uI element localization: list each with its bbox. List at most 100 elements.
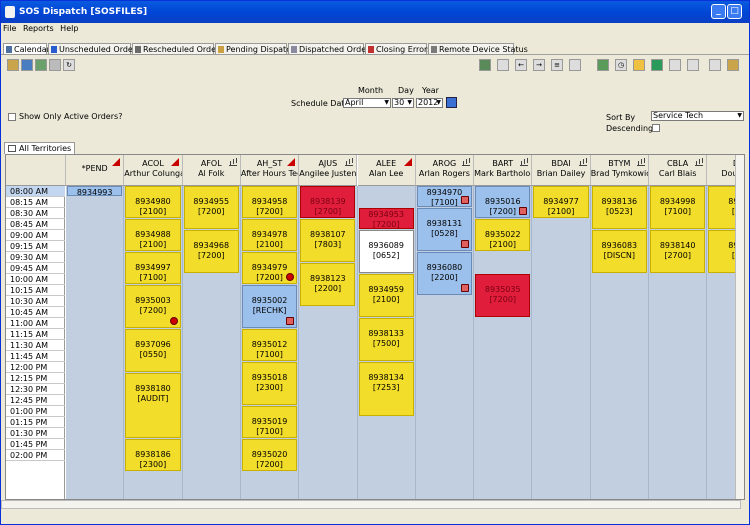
- appointment-block[interactable]: 8935020 [7200]: [241, 439, 298, 471]
- note-icon[interactable]: [286, 317, 295, 325]
- service-code: [0523]: [606, 207, 633, 216]
- tech-column-header[interactable]: BTYM Brad Tymkowicz: [590, 155, 649, 186]
- tech-column-header[interactable]: BDAI Brian Dailey: [532, 155, 591, 186]
- appointment-block[interactable]: 8934978 [2100]: [241, 219, 298, 251]
- appointment-block[interactable]: 8934980 [2100]: [125, 186, 181, 218]
- tech-column-header[interactable]: BARTMark Bartholomew: [474, 155, 533, 186]
- arrow-left-icon[interactable]: ←: [515, 59, 527, 71]
- toolbar-refresh-icon[interactable]: ↻: [63, 59, 75, 71]
- appointment-block[interactable]: 8938131 [0528]: [416, 208, 473, 251]
- horizontal-scrollbar[interactable]: [1, 500, 741, 509]
- appointment-block[interactable]: 8934977 [2100]: [533, 186, 589, 218]
- appointment-block[interactable]: 8936080 [2200]: [416, 252, 473, 295]
- alert-dot-icon[interactable]: [169, 317, 178, 325]
- exit-icon[interactable]: [727, 59, 739, 71]
- minimize-button[interactable]: _: [711, 4, 726, 19]
- vertical-scrollbar[interactable]: [735, 155, 744, 499]
- appointment-block[interactable]: 8938134 [7253]: [358, 362, 414, 416]
- tab-dispatched-orders[interactable]: Dispatched Orders: [288, 43, 374, 55]
- sort-by-label: Sort By: [606, 113, 636, 122]
- descending-checkbox[interactable]: [652, 124, 660, 132]
- appointment-block[interactable]: 8937096 [0550]: [125, 329, 181, 372]
- menu-file[interactable]: File: [1, 24, 18, 33]
- appointment-block[interactable]: 8934979 [7200]: [241, 252, 298, 284]
- day-select[interactable]: 30 ▼: [392, 98, 414, 108]
- appointment-block[interactable]: 8935002 [RECHK]: [241, 285, 298, 328]
- appointment-block[interactable]: 8935035 [7200]: [475, 274, 531, 317]
- back-icon[interactable]: [709, 59, 721, 71]
- camera-icon[interactable]: [687, 59, 699, 71]
- month-select[interactable]: April ▼: [343, 98, 391, 108]
- tech-column-header[interactable]: ACOL Arthur Colunga: [124, 155, 183, 186]
- toolbar-print-icon[interactable]: [49, 59, 61, 71]
- appointment-block[interactable]: 8938180 [AUDIT]: [125, 373, 181, 438]
- filter-icon[interactable]: [497, 59, 509, 71]
- show-only-active-checkbox[interactable]: [8, 113, 16, 121]
- menu-reports[interactable]: Reports: [21, 24, 56, 33]
- year-select[interactable]: 2012 ▼: [416, 98, 443, 108]
- sort-by-select[interactable]: Service Tech ▼: [651, 111, 744, 121]
- order-number: 8938123: [310, 274, 346, 283]
- appointment-block[interactable]: 8936083 [DISCN]: [591, 230, 647, 273]
- tab-all-territories[interactable]: All Territories: [4, 142, 76, 154]
- appointment-block[interactable]: 8934959 [2100]: [358, 274, 414, 317]
- maximize-button[interactable]: □: [727, 4, 742, 19]
- tab-calendar[interactable]: Calendar: [3, 43, 50, 55]
- appointment-block[interactable]: 8934993: [67, 186, 123, 196]
- tab-closing-errors[interactable]: Closing Errors: [365, 43, 431, 55]
- appointment-block[interactable]: 8934998 [7100]: [650, 186, 706, 229]
- appointment-block[interactable]: 8935016 [7200]: [475, 186, 531, 218]
- tech-column-header[interactable]: ALEE Alan Lee: [357, 155, 416, 186]
- appointment-block[interactable]: 8934958 [7200]: [241, 186, 298, 218]
- tab-label: Pending Dispatch: [226, 45, 296, 54]
- appointment-block[interactable]: 8938136 [0523]: [591, 186, 647, 229]
- tech-column-header[interactable]: CBLA Carl Blais: [649, 155, 708, 186]
- appointment-block[interactable]: 8938139 [2700]: [300, 186, 356, 218]
- appointment-block[interactable]: 8935012 [7100]: [241, 329, 298, 361]
- tab-unscheduled-orders[interactable]: Unscheduled Orders: [48, 43, 140, 55]
- appointment-block[interactable]: 8935003 [7200]: [125, 285, 181, 328]
- appointment-block[interactable]: 8935022 [2100]: [475, 219, 531, 251]
- light-icon[interactable]: [633, 59, 645, 71]
- tab-remote-device-status[interactable]: Remote Device Status: [428, 43, 528, 55]
- appointment-block[interactable]: 8934968 [7200]: [183, 230, 239, 273]
- grid-icon[interactable]: [569, 59, 581, 71]
- order-number: 8935012: [251, 340, 288, 349]
- appointment-block[interactable]: 8938107 [7803]: [300, 219, 356, 262]
- appointment-block[interactable]: 8934988 [2100]: [125, 219, 181, 251]
- appointment-block[interactable]: 8935019 [7100]: [241, 406, 298, 438]
- appointment-block[interactable]: 8938186 [2300]: [125, 439, 181, 471]
- tab-pending-dispatch[interactable]: Pending Dispatch: [215, 43, 296, 55]
- appointment-block[interactable]: 8934955 [7200]: [183, 186, 239, 229]
- appointment-block[interactable]: 8934970 [7100]: [416, 186, 473, 207]
- tech-column-header[interactable]: AROG Arlan Rogers: [415, 155, 475, 186]
- appointment-block[interactable]: 8938133 [7500]: [358, 318, 414, 361]
- menu-help[interactable]: Help: [58, 24, 80, 33]
- list-icon[interactable]: ≡: [551, 59, 563, 71]
- appointment-block[interactable]: 8938140 [2700]: [650, 230, 706, 273]
- toolbar-save-icon[interactable]: [21, 59, 33, 71]
- date-picker-icon[interactable]: [446, 97, 457, 108]
- toolbar-tech-icon[interactable]: [7, 59, 19, 71]
- appointment-block[interactable]: 8934953 [7200]: [358, 208, 414, 229]
- tech-column-header[interactable]: AH_STAfter Hours Tech: [240, 155, 300, 186]
- note-icon[interactable]: [461, 196, 470, 204]
- appointment-block[interactable]: 8934997 [7100]: [125, 252, 181, 284]
- clock-icon[interactable]: ◷: [615, 59, 627, 71]
- tech-column-header[interactable]: *PEND: [66, 155, 125, 186]
- arrow-right-icon[interactable]: →: [533, 59, 545, 71]
- export-icon[interactable]: [479, 59, 491, 71]
- appointment-block[interactable]: 8935018 [2300]: [241, 362, 298, 405]
- appointment-block[interactable]: 8938123 [2200]: [300, 263, 356, 306]
- tab-rescheduled-orders[interactable]: Rescheduled Orders: [132, 43, 224, 55]
- note-icon[interactable]: [461, 284, 470, 292]
- tech-column-header[interactable]: AJUS Angilee Justen: [299, 155, 358, 186]
- binoculars-icon[interactable]: [669, 59, 681, 71]
- note-icon[interactable]: [461, 240, 470, 248]
- appointment-block[interactable]: 8936089 [0652]: [358, 230, 414, 273]
- assign-icon[interactable]: [597, 59, 609, 71]
- globe-icon[interactable]: [651, 59, 663, 71]
- toolbar-users-icon[interactable]: [35, 59, 47, 71]
- tech-column-header[interactable]: AFOL Al Folk: [182, 155, 241, 186]
- note-icon[interactable]: [519, 207, 528, 215]
